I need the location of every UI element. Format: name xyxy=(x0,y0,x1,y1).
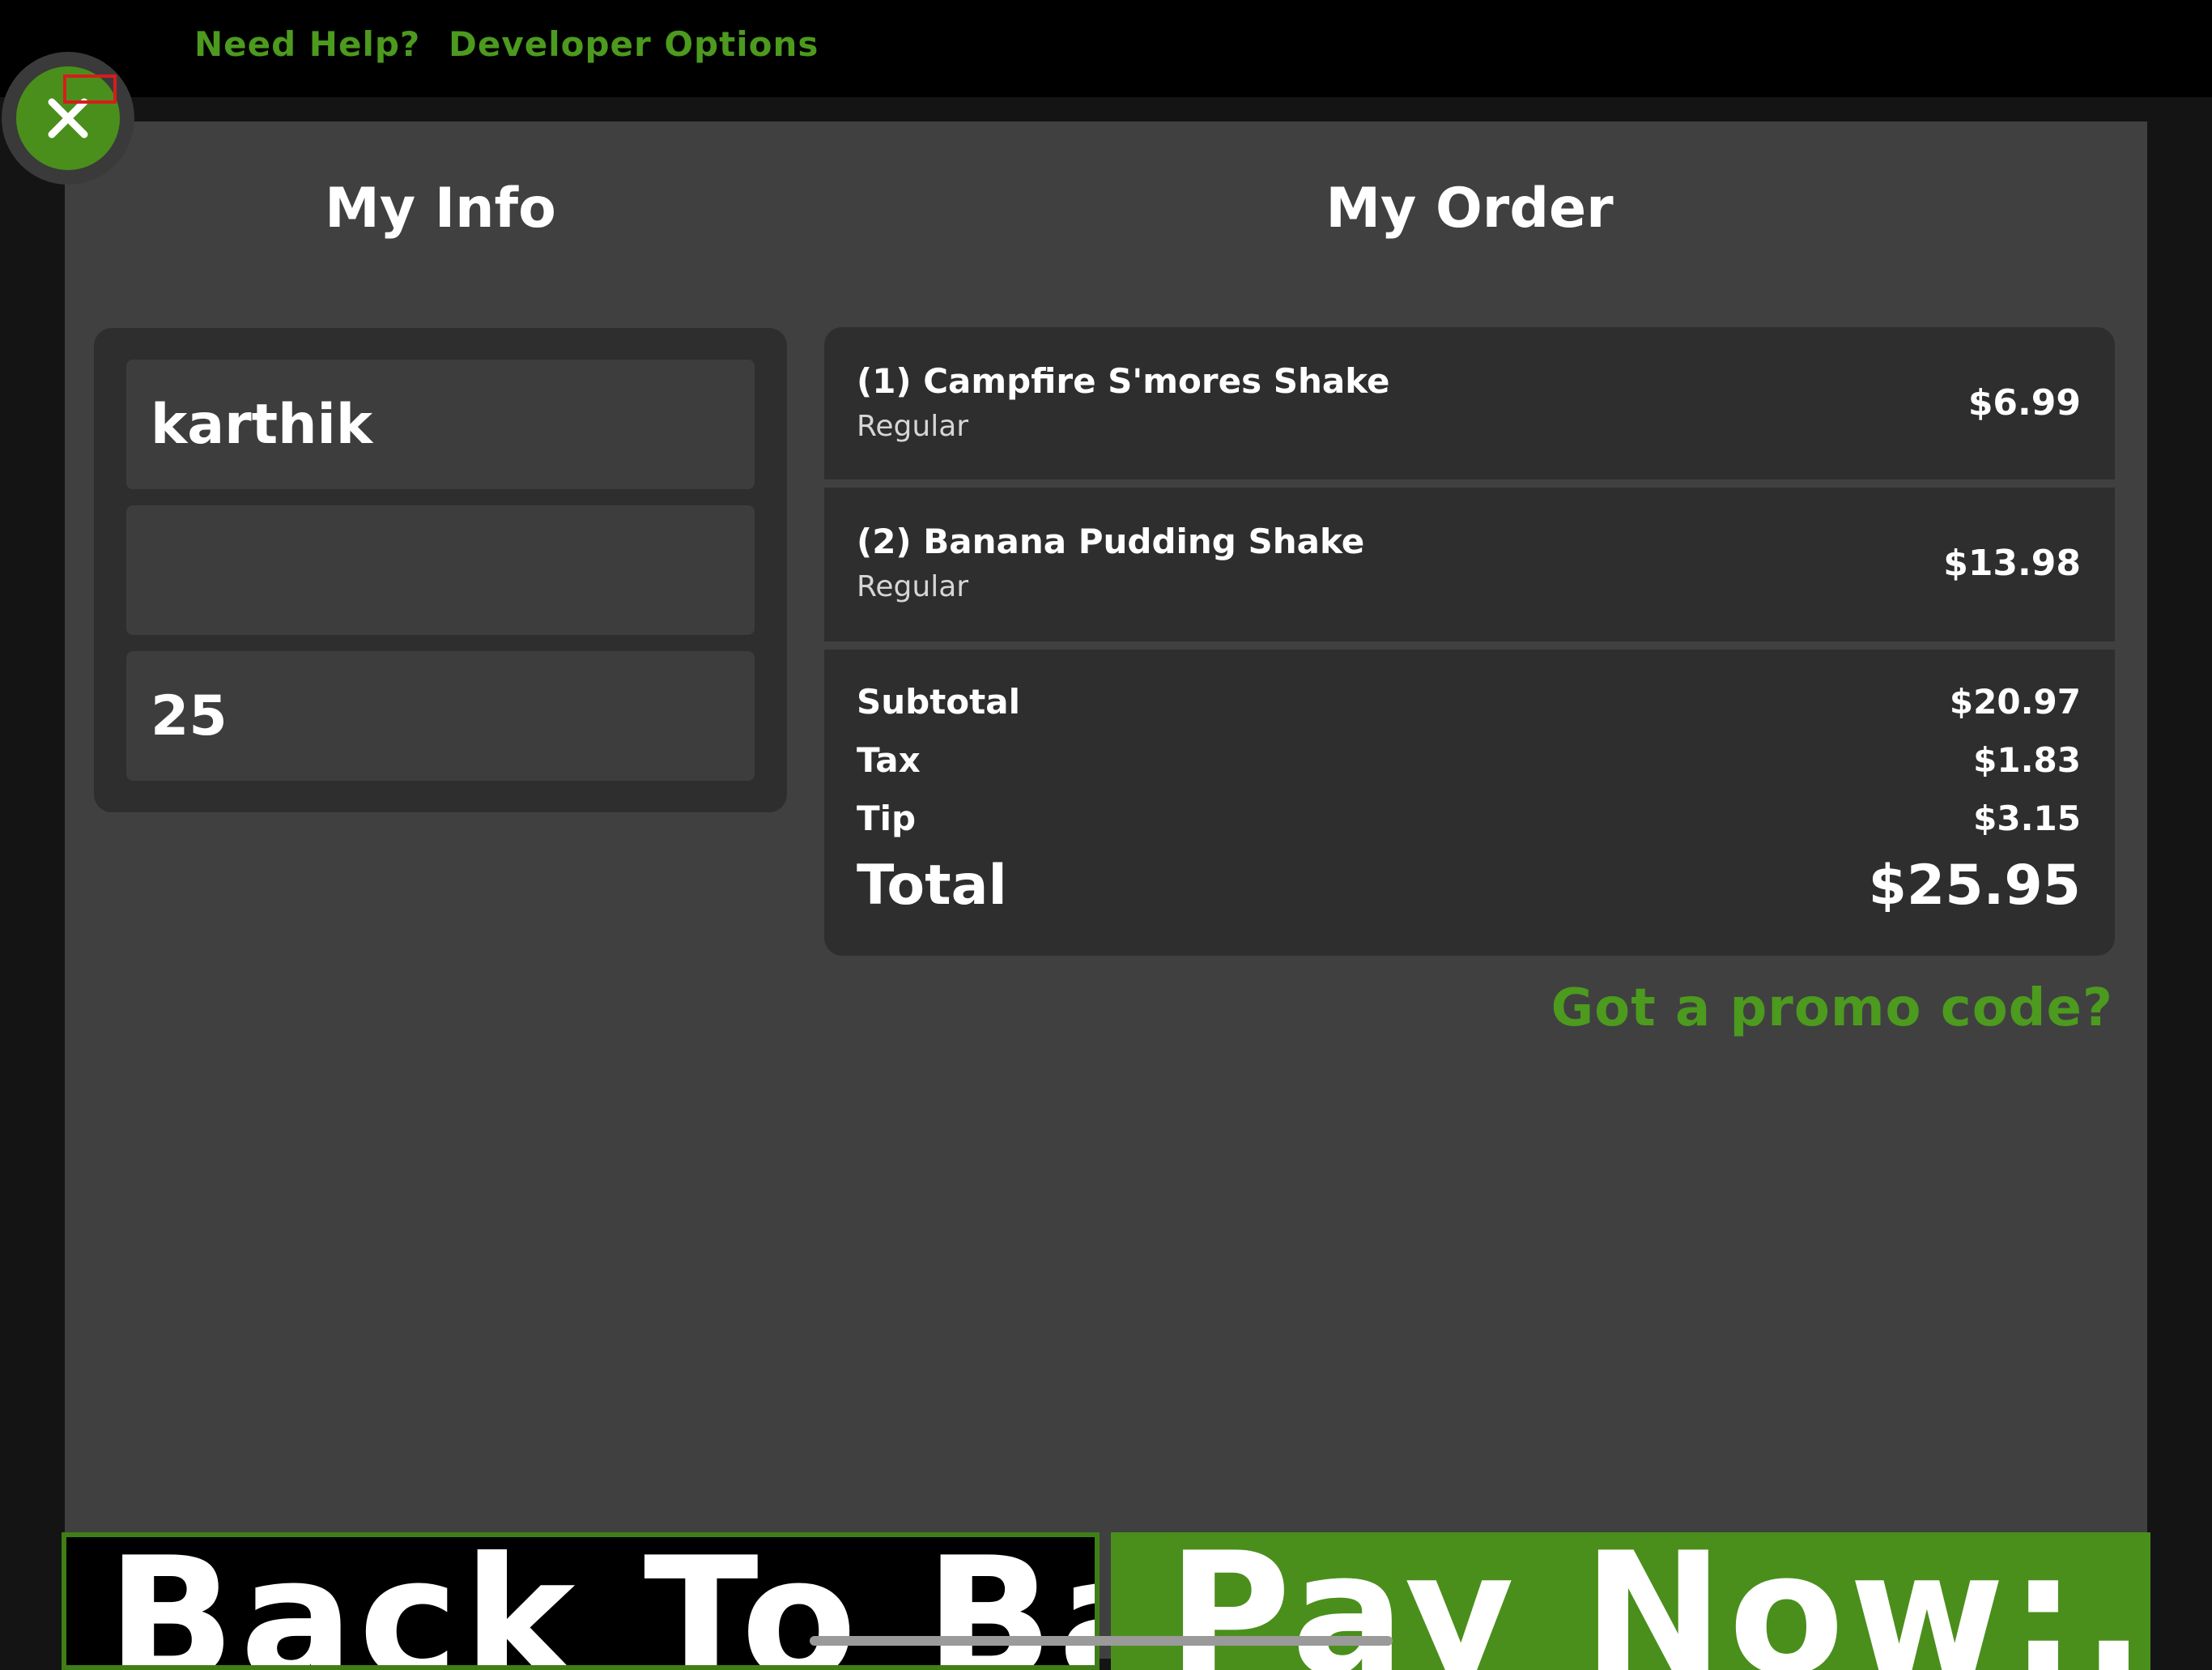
name-field[interactable]: karthik xyxy=(126,360,755,489)
total-label: Total xyxy=(857,854,1007,918)
need-help-link[interactable]: Need Help? xyxy=(194,24,420,64)
subtotal-value: $20.97 xyxy=(1949,682,2081,722)
pay-now-label: Pay Now:... xyxy=(1168,1532,2150,1670)
subtotal-label: Subtotal xyxy=(857,682,1020,722)
my-info-heading: My Info xyxy=(325,177,556,241)
order-item[interactable]: (2) Banana Pudding Shake Regular $13.98 xyxy=(824,488,2115,641)
tip-value: $3.15 xyxy=(1973,799,2081,838)
my-order-heading: My Order xyxy=(1325,177,1614,241)
order-item-price: $13.98 xyxy=(1943,543,2081,584)
order-item-price: $6.99 xyxy=(1967,382,2081,424)
home-indicator[interactable] xyxy=(810,1636,1393,1646)
back-to-bag-button[interactable]: Back To Bag xyxy=(62,1532,1100,1670)
order-item[interactable]: (1) Campfire S'mores Shake Regular $6.99 xyxy=(824,327,2115,479)
total-value: $25.95 xyxy=(1868,854,2081,918)
tax-value: $1.83 xyxy=(1973,740,2081,780)
back-to-bag-label: Back To Bag xyxy=(107,1532,1095,1670)
info-field-number[interactable]: 25 xyxy=(126,651,755,781)
tip-label: Tip xyxy=(857,799,917,838)
order-item-size: Regular xyxy=(857,410,969,443)
order-item-name: (1) Campfire S'mores Shake xyxy=(857,361,1390,401)
pay-now-button[interactable]: Pay Now:... xyxy=(1111,1532,2150,1670)
promo-code-link[interactable]: Got a promo code? xyxy=(1551,978,2113,1038)
tax-label: Tax xyxy=(857,740,921,780)
info-field-empty[interactable] xyxy=(126,505,755,635)
top-bar: Need Help? Developer Options xyxy=(0,0,2212,97)
developer-options-link[interactable]: Developer Options xyxy=(449,24,819,64)
order-item-name: (2) Banana Pudding Shake xyxy=(857,522,1365,561)
order-item-size: Regular xyxy=(857,570,969,603)
order-summary: Subtotal $20.97 Tax $1.83 Tip $3.15 Tota… xyxy=(824,650,2115,956)
focus-highlight xyxy=(63,75,117,104)
